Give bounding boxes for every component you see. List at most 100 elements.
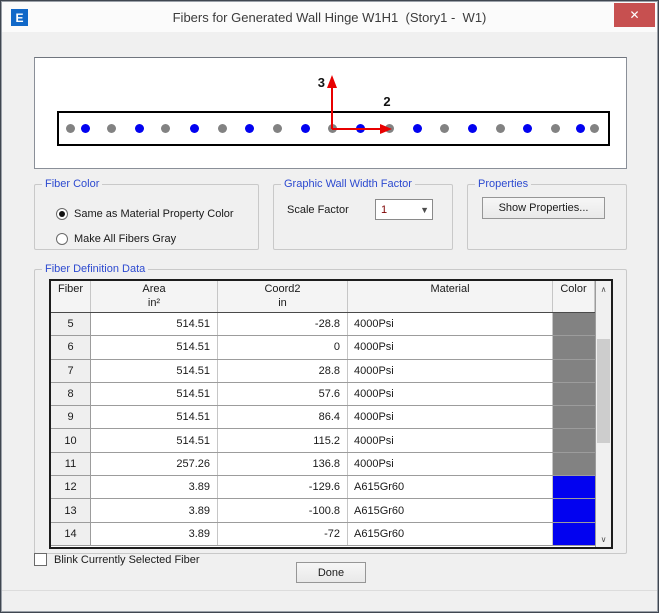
coord2-cell[interactable]: -100.8 bbox=[218, 499, 348, 521]
material-cell[interactable]: 4000Psi bbox=[348, 360, 553, 382]
table-row[interactable]: 7514.5128.84000Psi bbox=[51, 360, 611, 383]
table-row[interactable]: 10514.51115.24000Psi bbox=[51, 429, 611, 452]
radio-option-label: Same as Material Property Color bbox=[74, 208, 234, 220]
fiber-number-cell[interactable]: 6 bbox=[51, 336, 91, 358]
fiber-number-cell[interactable]: 9 bbox=[51, 406, 91, 428]
coord2-cell[interactable]: 86.4 bbox=[218, 406, 348, 428]
radio-option[interactable]: Same as Material Property Color bbox=[56, 201, 234, 226]
fiber-dot-blue bbox=[356, 124, 365, 133]
scroll-down-icon[interactable]: ∨ bbox=[596, 531, 611, 547]
fiber-dot-blue bbox=[523, 124, 532, 133]
fiber-number-cell[interactable]: 8 bbox=[51, 383, 91, 405]
chevron-down-icon[interactable]: ▼ bbox=[420, 200, 429, 219]
coord2-cell[interactable]: 0 bbox=[218, 336, 348, 358]
area-cell[interactable]: 514.51 bbox=[91, 406, 218, 428]
fiber-dot-gray bbox=[496, 124, 505, 133]
coord2-cell[interactable]: -28.8 bbox=[218, 313, 348, 335]
material-cell[interactable]: 4000Psi bbox=[348, 406, 553, 428]
show-properties-button[interactable]: Show Properties... bbox=[482, 197, 605, 219]
blink-selected-fiber-option[interactable]: Blink Currently Selected Fiber bbox=[34, 553, 200, 566]
table-row[interactable]: 9514.5186.44000Psi bbox=[51, 406, 611, 429]
material-cell[interactable]: 4000Psi bbox=[348, 383, 553, 405]
footer-divider bbox=[2, 590, 657, 591]
table-row[interactable]: 133.89-100.8A615Gr60 bbox=[51, 499, 611, 522]
area-cell[interactable]: 514.51 bbox=[91, 360, 218, 382]
fiber-number-cell[interactable]: 13 bbox=[51, 499, 91, 521]
color-swatch-cell[interactable] bbox=[553, 499, 595, 521]
table-row[interactable]: 6514.5104000Psi bbox=[51, 336, 611, 359]
color-swatch-cell[interactable] bbox=[553, 429, 595, 451]
blink-checkbox[interactable] bbox=[34, 553, 47, 566]
material-cell[interactable]: 4000Psi bbox=[348, 453, 553, 475]
fiber-number-cell[interactable]: 5 bbox=[51, 313, 91, 335]
coord2-cell[interactable]: 136.8 bbox=[218, 453, 348, 475]
close-button[interactable]: ✕ bbox=[614, 3, 655, 27]
material-cell[interactable]: 4000Psi bbox=[348, 336, 553, 358]
color-swatch-cell[interactable] bbox=[553, 313, 595, 335]
fiber-graphic-panel: 3 2 bbox=[34, 57, 627, 169]
fiber-number-cell[interactable]: 11 bbox=[51, 453, 91, 475]
color-swatch-cell[interactable] bbox=[553, 360, 595, 382]
properties-group: Properties Show Properties... bbox=[467, 184, 627, 250]
color-swatch-cell[interactable] bbox=[553, 453, 595, 475]
dialog-title: Fibers for Generated Wall Hinge W1H1 (St… bbox=[62, 2, 597, 32]
table-row[interactable]: 8514.5157.64000Psi bbox=[51, 383, 611, 406]
color-swatch-cell[interactable] bbox=[553, 406, 595, 428]
scrollbar-thumb[interactable] bbox=[597, 339, 610, 443]
fiber-dot-gray bbox=[161, 124, 170, 133]
area-cell[interactable]: 3.89 bbox=[91, 499, 218, 521]
app-icon: E bbox=[11, 9, 28, 26]
area-cell[interactable]: 514.51 bbox=[91, 313, 218, 335]
wall-width-factor-group-title: Graphic Wall Width Factor bbox=[281, 178, 415, 190]
coord2-cell[interactable]: 115.2 bbox=[218, 429, 348, 451]
coord2-cell[interactable]: -72 bbox=[218, 523, 348, 545]
table-row[interactable]: 5514.51-28.84000Psi bbox=[51, 313, 611, 336]
column-header: Material bbox=[348, 281, 553, 312]
table-row[interactable]: 143.89-72A615Gr60 bbox=[51, 523, 611, 546]
coord2-cell[interactable]: 57.6 bbox=[218, 383, 348, 405]
material-cell[interactable]: 4000Psi bbox=[348, 313, 553, 335]
fiber-number-cell[interactable]: 7 bbox=[51, 360, 91, 382]
fiber-number-cell[interactable]: 12 bbox=[51, 476, 91, 498]
color-swatch-cell[interactable] bbox=[553, 336, 595, 358]
coord2-cell[interactable]: -129.6 bbox=[218, 476, 348, 498]
fiber-number-cell[interactable]: 14 bbox=[51, 523, 91, 545]
fiber-dot-gray bbox=[590, 124, 599, 133]
color-swatch-cell[interactable] bbox=[553, 383, 595, 405]
scale-factor-value: 1 bbox=[381, 204, 387, 216]
column-header: Coord2in bbox=[218, 281, 348, 312]
color-swatch-cell[interactable] bbox=[553, 523, 595, 545]
fiber-number-cell[interactable]: 10 bbox=[51, 429, 91, 451]
fiber-dot-gray bbox=[440, 124, 449, 133]
table-row[interactable]: 11257.26136.84000Psi bbox=[51, 453, 611, 476]
area-cell[interactable]: 257.26 bbox=[91, 453, 218, 475]
fiber-dot-blue bbox=[245, 124, 254, 133]
done-button[interactable]: Done bbox=[296, 562, 366, 583]
scale-factor-dropdown[interactable]: 1 ▼ bbox=[375, 199, 433, 220]
area-cell[interactable]: 514.51 bbox=[91, 383, 218, 405]
fiber-dot-gray bbox=[66, 124, 75, 133]
scroll-up-icon[interactable]: ∧ bbox=[596, 281, 611, 297]
material-cell[interactable]: 4000Psi bbox=[348, 429, 553, 451]
material-cell[interactable]: A615Gr60 bbox=[348, 476, 553, 498]
axis-2-label: 2 bbox=[383, 94, 390, 109]
radio-icon[interactable] bbox=[56, 233, 68, 245]
coord2-cell[interactable]: 28.8 bbox=[218, 360, 348, 382]
fiber-dot-blue bbox=[413, 124, 422, 133]
material-cell[interactable]: A615Gr60 bbox=[348, 523, 553, 545]
table-row[interactable]: 123.89-129.6A615Gr60 bbox=[51, 476, 611, 499]
area-cell[interactable]: 514.51 bbox=[91, 429, 218, 451]
material-cell[interactable]: A615Gr60 bbox=[348, 499, 553, 521]
fiber-dot-gray bbox=[218, 124, 227, 133]
area-cell[interactable]: 514.51 bbox=[91, 336, 218, 358]
area-cell[interactable]: 3.89 bbox=[91, 523, 218, 545]
fiber-dot-blue bbox=[576, 124, 585, 133]
area-cell[interactable]: 3.89 bbox=[91, 476, 218, 498]
table-scrollbar[interactable]: ∧ ∨ bbox=[595, 281, 611, 547]
radio-option[interactable]: Make All Fibers Gray bbox=[56, 226, 234, 251]
fiber-dot-gray bbox=[273, 124, 282, 133]
color-swatch-cell[interactable] bbox=[553, 476, 595, 498]
column-header: Color bbox=[553, 281, 595, 312]
column-header: Fiber bbox=[51, 281, 91, 312]
radio-icon[interactable] bbox=[56, 208, 68, 220]
